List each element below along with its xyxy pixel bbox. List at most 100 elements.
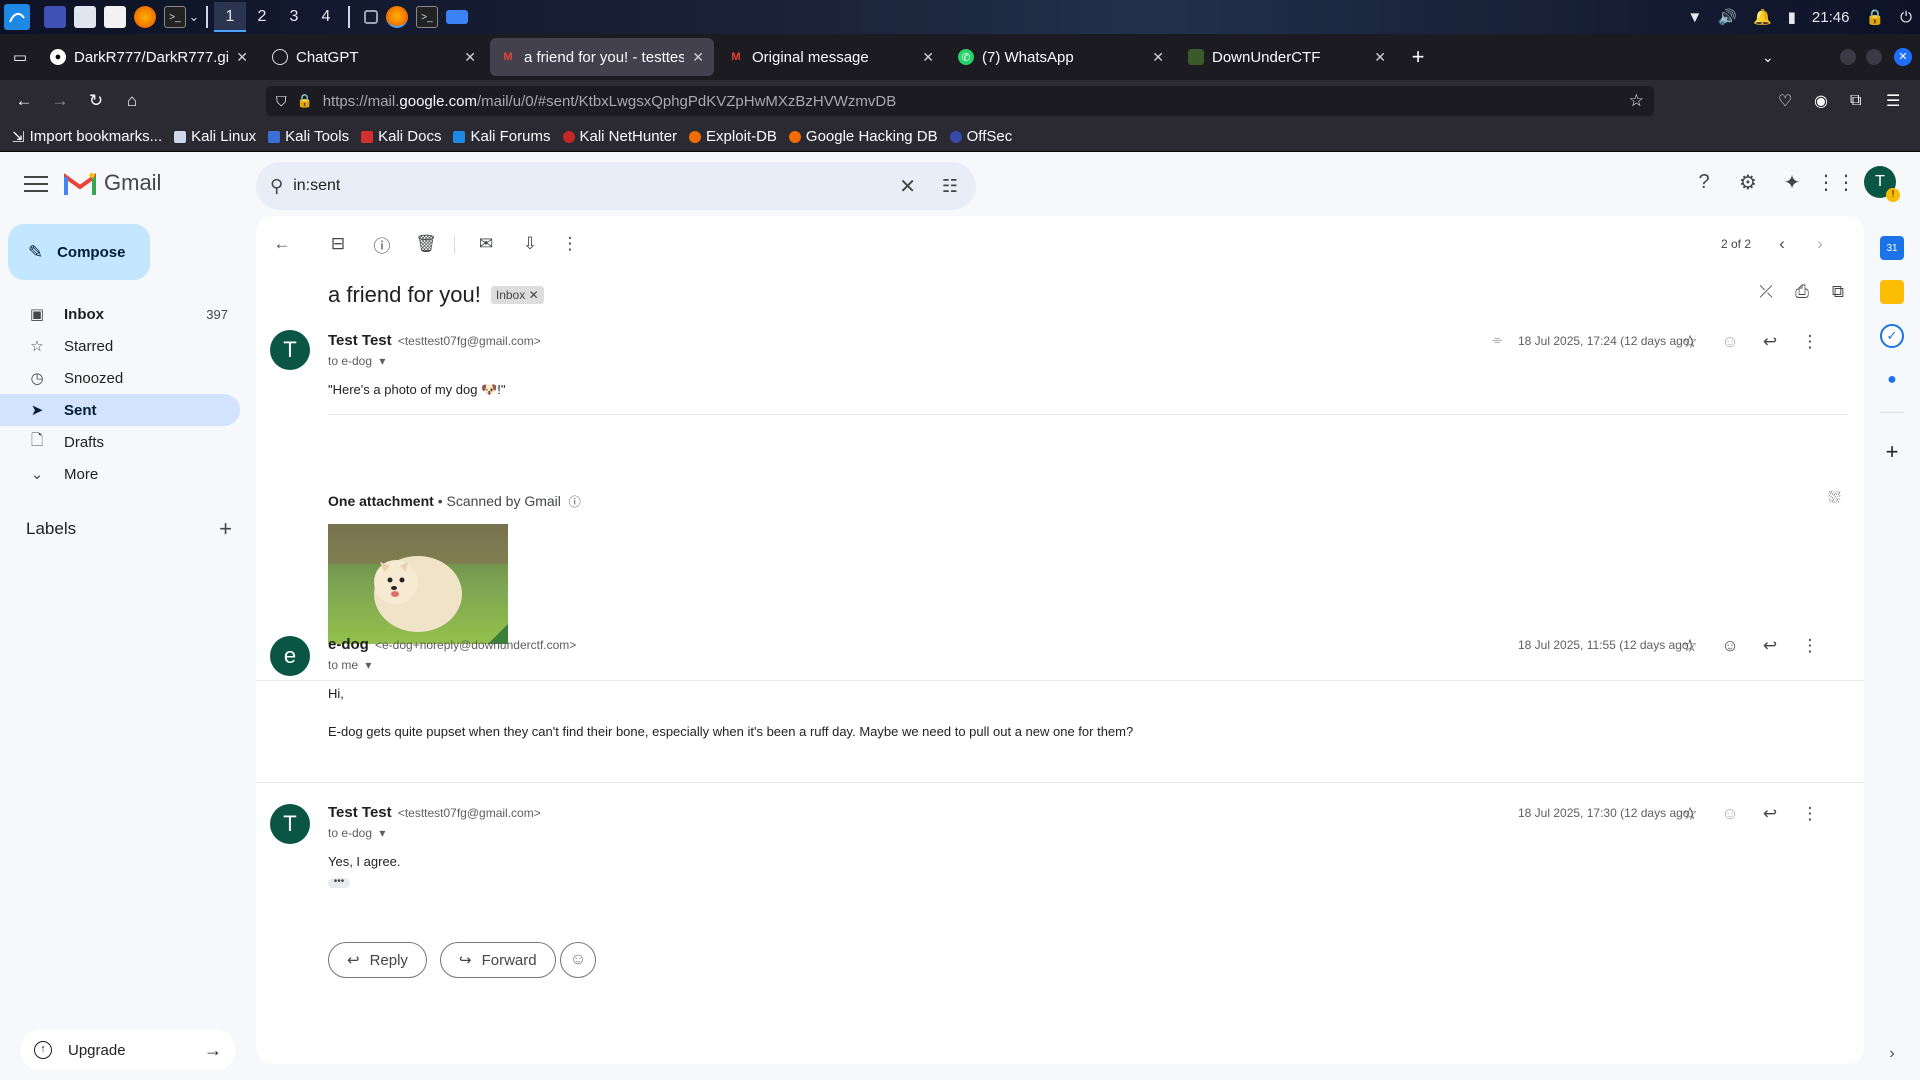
tasks-icon[interactable]: ✓ — [1880, 324, 1904, 348]
shield-icon[interactable]: ⛉ — [276, 93, 287, 110]
account-icon[interactable]: ◉ — [1814, 91, 1828, 111]
minimize-button[interactable] — [1840, 49, 1856, 65]
bookmark-kali-docs[interactable]: Kali Docs — [361, 128, 441, 145]
account-avatar[interactable]: T ! — [1864, 166, 1900, 202]
workspace-1[interactable]: 1 — [214, 2, 246, 32]
wifi-icon[interactable]: ▼ — [1687, 9, 1702, 26]
sidebar-item-inbox[interactable]: ▣ Inbox 397 — [0, 298, 240, 330]
bookmark-kali-linux[interactable]: Kali Linux — [174, 128, 256, 145]
kali-menu-icon[interactable] — [4, 4, 30, 30]
search-options-icon[interactable]: ☷ — [942, 176, 958, 197]
mark-unread-icon[interactable]: ✉ — [470, 228, 502, 260]
home-icon[interactable]: ⌂ — [114, 91, 150, 111]
sidebar-item-starred[interactable]: ☆ Starred — [0, 330, 240, 362]
expand-panel-icon[interactable]: › — [1880, 1042, 1904, 1066]
report-spam-icon[interactable]: ⓘ — [366, 228, 398, 260]
sender-name[interactable]: e-dog <e-dog+noreply@downunderctf.com> — [328, 636, 576, 653]
sidebar-item-sent[interactable]: ➤ Sent — [0, 394, 240, 426]
reply-button[interactable]: ↩ Reply — [328, 942, 427, 978]
contacts-icon[interactable]: ● — [1880, 368, 1904, 392]
file-manager-icon[interactable] — [74, 6, 96, 28]
firefox-icon[interactable] — [134, 6, 156, 28]
terminal-window-icon[interactable]: >_ — [416, 6, 438, 28]
bookmark-offsec[interactable]: OffSec — [949, 128, 1012, 145]
apps-grid-icon[interactable]: ⋮⋮ — [1816, 166, 1856, 198]
main-menu-icon[interactable] — [24, 176, 48, 194]
bookmark-kali-forums[interactable]: Kali Forums — [453, 128, 551, 145]
reply-icon[interactable]: ↩ — [1756, 328, 1784, 356]
close-tab-icon[interactable]: ✕ — [922, 49, 934, 66]
tab-gmail-active[interactable]: M a friend for you! - testtest ✕ — [490, 38, 714, 76]
search-input[interactable] — [293, 177, 854, 195]
star-icon[interactable]: ☆ — [1676, 328, 1704, 356]
gmail-logo[interactable]: Gmail — [64, 170, 161, 196]
bookmark-star-icon[interactable]: ☆ — [1629, 91, 1644, 111]
folder-window-icon[interactable] — [446, 10, 468, 24]
recipient-line[interactable]: to e-dog ▾ — [328, 826, 385, 840]
add-label-icon[interactable]: + — [219, 516, 232, 542]
open-new-window-icon[interactable]: ⧉ — [1822, 276, 1854, 308]
menu-icon[interactable]: ☰ — [1886, 91, 1900, 111]
add-to-drive-icon[interactable]: ⛆ — [1828, 490, 1841, 508]
more-vert-icon[interactable]: ⋮ — [1796, 632, 1824, 660]
calendar-icon[interactable]: 31 — [1880, 236, 1904, 260]
tab-chatgpt[interactable]: ChatGPT ✕ — [262, 38, 486, 76]
url-bar[interactable]: ⛉ 🔒 https://mail. google.com/mail/u/0/#se… — [266, 86, 1654, 116]
info-icon[interactable]: ⓘ — [569, 495, 581, 509]
older-icon[interactable]: › — [1804, 228, 1836, 260]
close-tab-icon[interactable]: ✕ — [236, 49, 248, 66]
tab-whatsapp[interactable]: ✆ (7) WhatsApp ✕ — [948, 38, 1174, 76]
reply-icon[interactable]: ↩ — [1756, 632, 1784, 660]
emoji-react-icon[interactable]: ☺ — [1716, 328, 1744, 356]
clear-search-icon[interactable]: ✕ — [899, 174, 916, 199]
maximize-button[interactable] — [1866, 49, 1882, 65]
delete-icon[interactable]: 🗑 — [410, 228, 442, 260]
sidebar-item-drafts[interactable]: 🗋 Drafts — [0, 426, 240, 458]
close-tab-icon[interactable]: ✕ — [1152, 49, 1164, 66]
back-to-list-icon[interactable]: ← — [266, 228, 298, 260]
close-tab-icon[interactable]: ✕ — [1374, 49, 1386, 66]
move-to-icon[interactable]: ⇩ — [514, 228, 546, 260]
bookmark-kali-tools[interactable]: Kali Tools — [268, 128, 349, 145]
add-addon-icon[interactable]: + — [1880, 439, 1904, 464]
collapse-all-icon[interactable]: ⤫ — [1750, 276, 1782, 308]
terminal-icon[interactable]: >_ — [164, 6, 186, 28]
sender-name[interactable]: Test Test <testtest07fg@gmail.com> — [328, 332, 541, 349]
forward-button[interactable]: ↪ Forward — [440, 942, 556, 978]
back-icon[interactable]: ← — [6, 91, 42, 111]
search-bar[interactable]: ⚲ ✕ ☷ — [256, 162, 976, 210]
power-icon[interactable]: ⏻ — [1900, 9, 1912, 26]
newer-icon[interactable]: ‹ — [1766, 228, 1798, 260]
avatar[interactable]: T — [270, 330, 310, 370]
lock-icon[interactable]: 🔒 — [297, 93, 313, 109]
tab-downunderctf[interactable]: DownUnderCTF ✕ — [1178, 38, 1396, 76]
star-icon[interactable]: ☆ — [1676, 632, 1704, 660]
lock-icon[interactable]: 🔒 — [1865, 8, 1884, 26]
sidebar-item-snoozed[interactable]: ◷ Snoozed — [0, 362, 240, 394]
star-icon[interactable]: ☆ — [1676, 800, 1704, 828]
more-vert-icon[interactable]: ⋮ — [1796, 328, 1824, 356]
emoji-react-button[interactable]: ☺ — [560, 942, 596, 978]
extensions-icon[interactable]: ⧉ — [1850, 92, 1861, 110]
new-tab-button[interactable]: + — [1400, 44, 1436, 70]
window-icon[interactable] — [364, 10, 378, 24]
bookmark-exploit-db[interactable]: Exploit-DB — [689, 128, 777, 145]
compose-button[interactable]: ✎ Compose — [8, 224, 150, 280]
more-actions-icon[interactable]: ⋮ — [554, 228, 586, 260]
dog-photo-attachment[interactable] — [328, 524, 508, 644]
archive-icon[interactable]: ⊟ — [322, 228, 354, 260]
bookmark-import[interactable]: ⇲ Import bookmarks... — [12, 128, 162, 146]
close-window-button[interactable]: ✕ — [1894, 48, 1912, 66]
tab-original-message[interactable]: M Original message ✕ — [718, 38, 944, 76]
upgrade-button[interactable]: ↑ Upgrade → — [20, 1030, 236, 1070]
gemini-sparkle-icon[interactable]: ✦ — [1776, 166, 1808, 198]
workspace-2[interactable]: 2 — [246, 8, 278, 26]
sidebar-item-more[interactable]: ⌄ More — [0, 458, 240, 490]
close-tab-icon[interactable]: ✕ — [464, 49, 476, 66]
settings-gear-icon[interactable]: ⚙ — [1732, 166, 1764, 198]
recipient-line[interactable]: to e-dog ▾ — [328, 354, 385, 368]
avatar[interactable]: T — [270, 804, 310, 844]
sender-name[interactable]: Test Test <testtest07fg@gmail.com> — [328, 804, 541, 821]
pocket-icon[interactable]: ♡ — [1778, 91, 1792, 111]
list-tabs-icon[interactable]: ⌄ — [1762, 49, 1774, 66]
